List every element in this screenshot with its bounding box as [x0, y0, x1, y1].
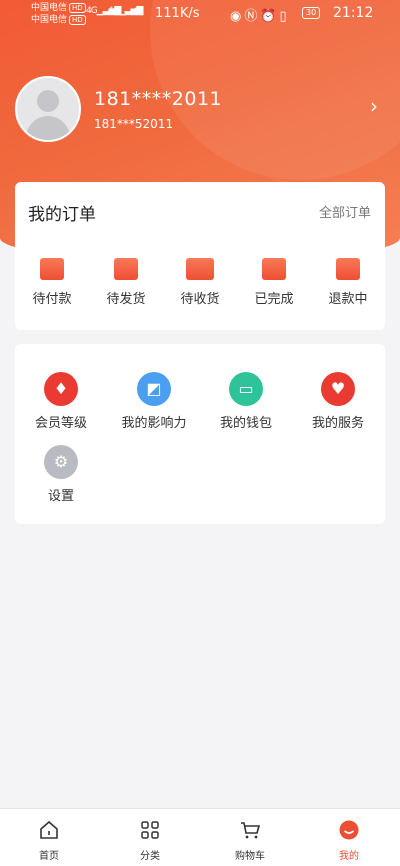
order-pending-receipt[interactable]: 待收货 [170, 258, 230, 307]
package-icon [114, 258, 138, 280]
cart-icon [239, 819, 261, 841]
profile-icon [338, 819, 360, 841]
system-icons: ◉Ⓝ⏰▯ [230, 5, 290, 24]
service-my-services[interactable]: ♥ 我的服务 [293, 372, 383, 431]
chart-icon: ◩ [137, 372, 171, 406]
avatar-head-icon [37, 90, 59, 112]
order-pending-shipment[interactable]: 待发货 [96, 258, 156, 307]
gear-icon: ⚙ [44, 445, 78, 479]
nfc-icon: Ⓝ [244, 9, 261, 24]
alarm-icon: ⏰ [260, 9, 280, 24]
wallet-icon [40, 258, 64, 280]
order-pending-payment[interactable]: 待付款 [22, 258, 82, 307]
network-speed: 111K/s [155, 6, 200, 21]
wallet-icon: ▭ [229, 372, 263, 406]
nav-cart[interactable]: 购物车 [215, 819, 285, 862]
wifi-icon: ◠ [133, 4, 145, 19]
category-icon [139, 819, 161, 841]
home-icon [38, 819, 60, 841]
orders-title: 我的订单 [28, 205, 96, 225]
service-wallet[interactable]: ▭ 我的钱包 [201, 372, 291, 431]
message-done-icon [262, 258, 286, 280]
clock: 21:12 [333, 5, 374, 21]
eye-icon: ◉ [230, 9, 245, 24]
user-id: 181***52011 [94, 117, 174, 131]
truck-icon [186, 258, 214, 280]
avatar[interactable] [15, 76, 81, 142]
service-influence[interactable]: ◩ 我的影响力 [109, 372, 199, 431]
all-orders-link[interactable]: 全部订单 [319, 202, 371, 221]
message-refund-icon [336, 258, 360, 280]
vibrate-icon: ▯ [279, 9, 290, 24]
avatar-body-icon [26, 116, 70, 140]
orders-card: 我的订单 全部订单 待付款 待发货 待收货 已完成 退款中 [15, 182, 385, 330]
carrier-1: 中国电信 HD [31, 3, 86, 14]
nav-category[interactable]: 分类 [115, 819, 185, 862]
carrier-2: 中国电信 HD [31, 15, 86, 26]
username[interactable]: 181****2011 [94, 88, 222, 110]
order-refunding[interactable]: 退款中 [318, 258, 378, 307]
diamond-icon: ♦ [44, 372, 78, 406]
chevron-right-icon[interactable]: › [370, 96, 378, 116]
order-completed[interactable]: 已完成 [244, 258, 304, 307]
service-settings[interactable]: ⚙ 设置 [16, 445, 106, 504]
nav-home[interactable]: 首页 [14, 819, 84, 862]
battery-icon: 30 [302, 7, 321, 19]
services-card: ♦ 会员等级 ◩ 我的影响力 ▭ 我的钱包 ♥ 我的服务 ⚙ 设置 [15, 344, 385, 524]
bottom-nav: 首页 分类 购物车 我的 [0, 808, 400, 866]
handshake-icon: ♥ [321, 372, 355, 406]
status-bar: 中国电信 HD 中国电信 HD 4G▁▃▅▇ 4G▁▃▅▇ ◠ 111K/s ◉Ⓝ⏰… [0, 0, 400, 28]
nav-profile[interactable]: 我的 [314, 819, 384, 862]
service-membership[interactable]: ♦ 会员等级 [16, 372, 106, 431]
